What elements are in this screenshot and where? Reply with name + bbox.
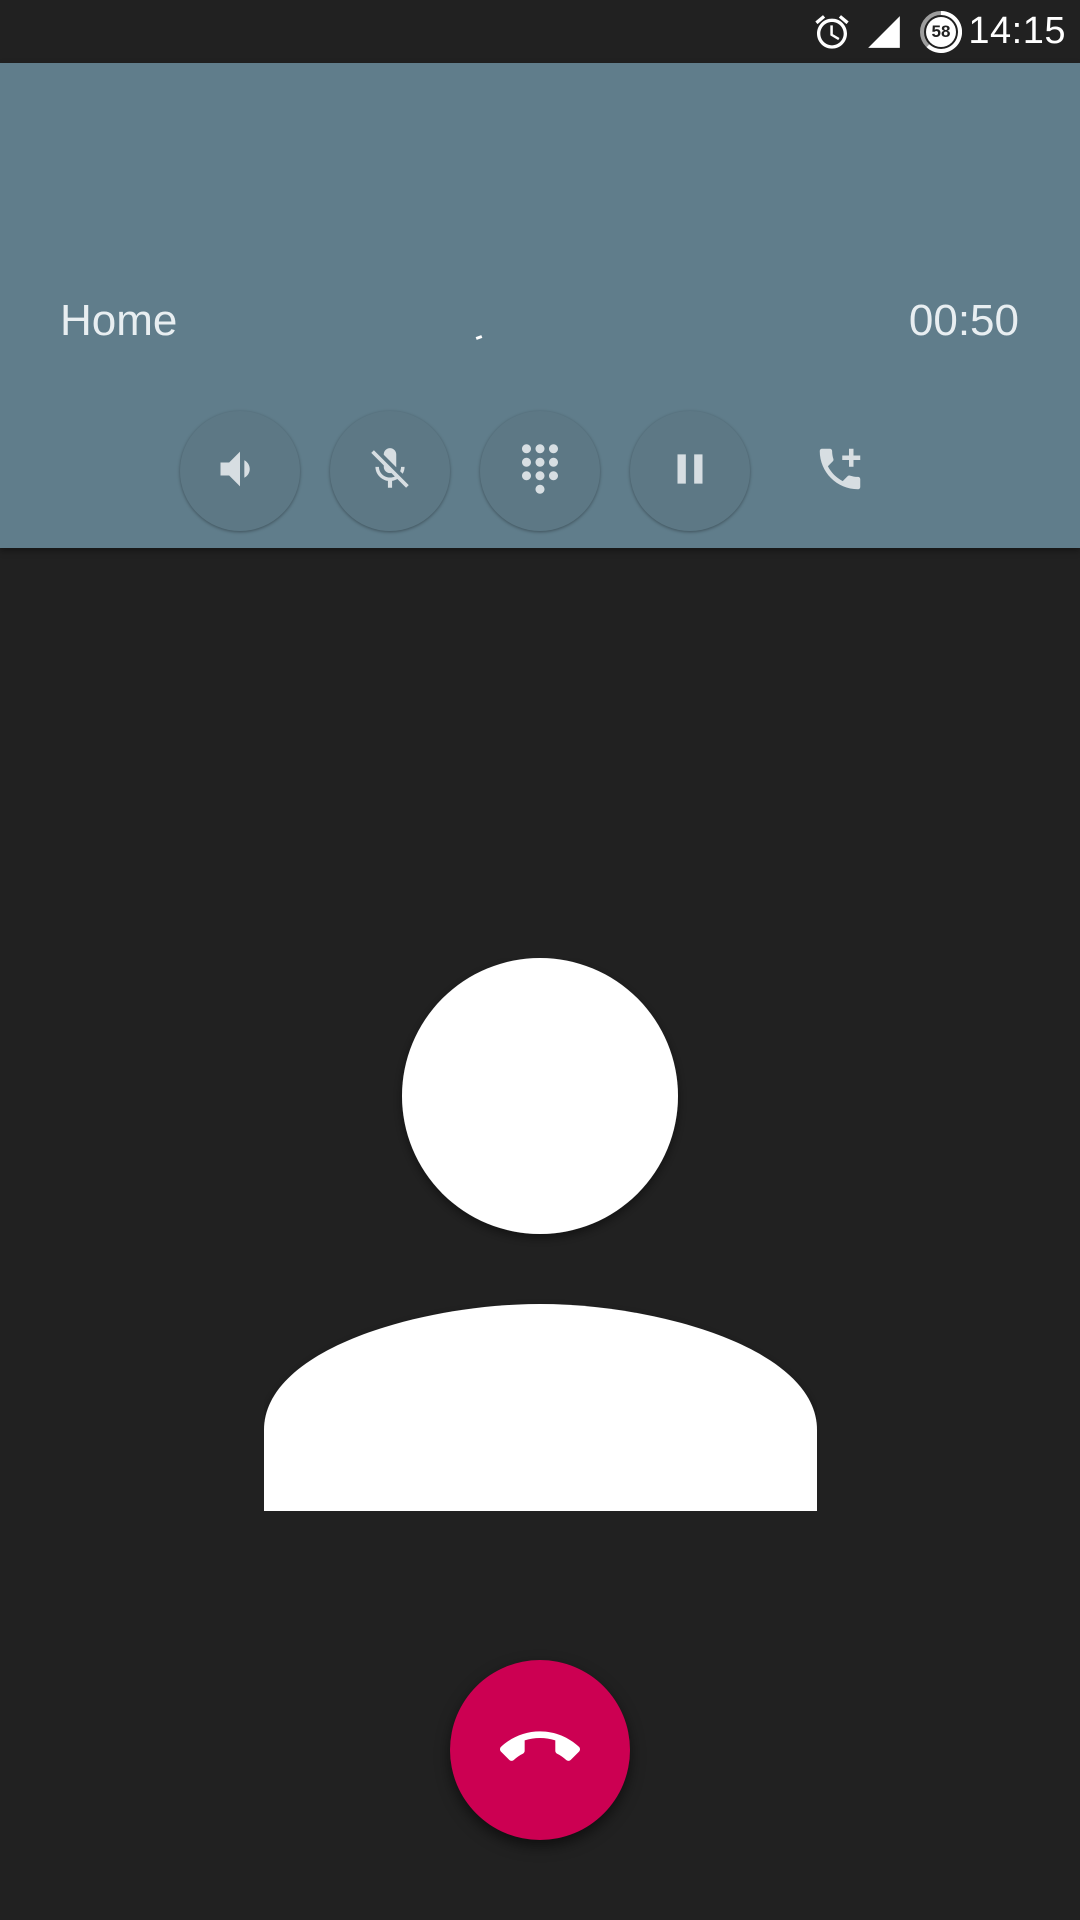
- hold-button[interactable]: [630, 411, 750, 531]
- speaker-icon: [214, 443, 266, 499]
- pause-icon: [665, 444, 715, 498]
- battery-icon: 58: [918, 0, 964, 63]
- dialpad-icon: [513, 442, 567, 500]
- mute-button[interactable]: [330, 411, 450, 531]
- end-call-button[interactable]: [450, 1660, 630, 1840]
- call-header: Home 00:50: [0, 63, 1080, 548]
- caller-number-fragment: [475, 335, 483, 340]
- contact-avatar-icon: [264, 958, 817, 1511]
- cell-signal-icon: [864, 0, 904, 63]
- battery-level: 58: [931, 22, 951, 41]
- call-timer: 00:50: [908, 296, 1019, 345]
- alarm-icon: [810, 0, 854, 63]
- call-end-icon: [500, 1708, 580, 1792]
- mic-off-icon: [365, 444, 415, 498]
- status-bar: 58 14:15: [0, 0, 1080, 63]
- status-time: 14:15: [968, 10, 1066, 52]
- call-controls: [0, 411, 1080, 531]
- add-call-icon: [813, 442, 867, 500]
- speaker-button[interactable]: [180, 411, 300, 531]
- caller-label: Home: [60, 296, 178, 345]
- add-call-button[interactable]: [780, 411, 900, 531]
- dialpad-button[interactable]: [480, 411, 600, 531]
